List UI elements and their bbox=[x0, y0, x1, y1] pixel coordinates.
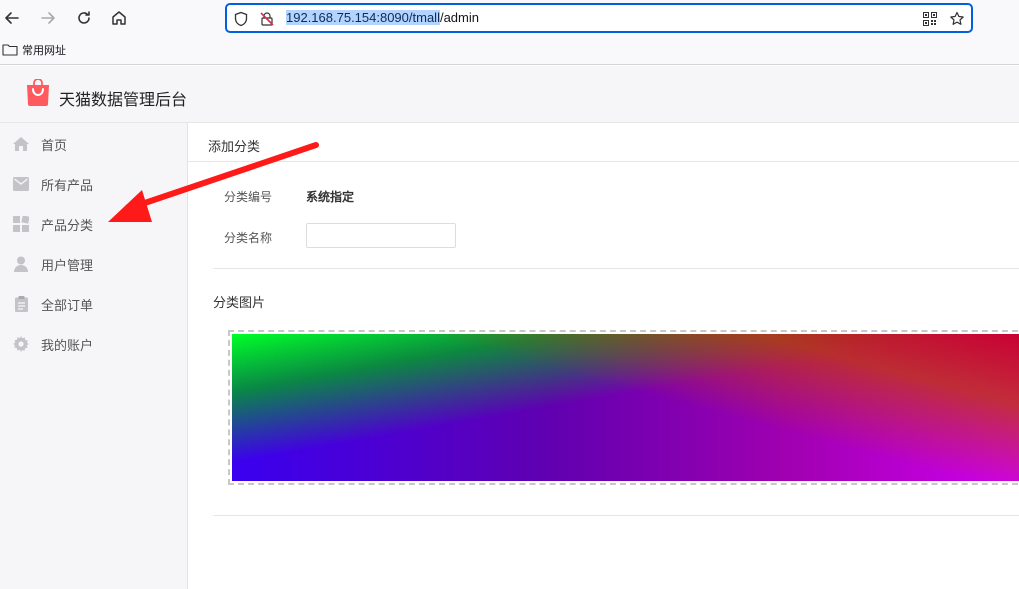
category-name-input[interactable] bbox=[306, 223, 456, 248]
url-remaining-part: /admin bbox=[439, 10, 479, 25]
sidebar-item-users[interactable]: 用户管理 bbox=[0, 244, 187, 284]
app-title: 天猫数据管理后台 bbox=[59, 90, 188, 109]
category-image-title: 分类图片 bbox=[213, 296, 266, 311]
sidebar-item-orders[interactable]: 全部订单 bbox=[0, 284, 187, 324]
bookmark-star-icon[interactable] bbox=[948, 10, 966, 28]
sidebar-item-categories[interactable]: 产品分类 bbox=[0, 204, 187, 244]
sidebar-item-account[interactable]: 我的账户 bbox=[0, 324, 187, 364]
page-title-bar: 添加分类 bbox=[188, 123, 1019, 162]
sidebar-item-label: 产品分类 bbox=[41, 218, 94, 234]
forward-button[interactable] bbox=[36, 6, 60, 30]
sidebar-item-label: 我的账户 bbox=[41, 338, 94, 354]
sidebar-item-label: 用户管理 bbox=[41, 258, 94, 274]
user-icon bbox=[12, 255, 30, 273]
reload-icon bbox=[78, 11, 90, 24]
sidebar-item-label: 全部订单 bbox=[41, 298, 94, 314]
qr-code-icon[interactable] bbox=[921, 10, 939, 28]
page-title: 添加分类 bbox=[208, 140, 261, 155]
bookmark-folder-label: 常用网址 bbox=[22, 44, 66, 57]
insecure-lock-icon[interactable] bbox=[258, 10, 276, 28]
section-divider bbox=[213, 268, 1019, 269]
category-name-label: 分类名称 bbox=[224, 231, 273, 245]
sidebar-item-products[interactable]: 所有产品 bbox=[0, 164, 187, 204]
app-header: 天猫数据管理后台 bbox=[0, 66, 1019, 123]
sidebar-item-label: 首页 bbox=[41, 138, 68, 154]
category-id-value: 系统指定 bbox=[306, 190, 355, 204]
reload-button[interactable] bbox=[72, 6, 96, 30]
category-image-dropzone[interactable] bbox=[228, 330, 1019, 485]
gear-icon bbox=[12, 335, 30, 353]
shopping-bag-logo-icon bbox=[27, 79, 49, 106]
sidebar: 首页 所有产品 产品分类 用户管理 全部订单 我的账户 bbox=[0, 123, 188, 589]
url-bar[interactable]: 192.168.75.154:8090/tmall/admin bbox=[225, 3, 973, 33]
sidebar-item-label: 所有产品 bbox=[41, 178, 94, 194]
browser-toolbar: 192.168.75.154:8090/tmall/admin bbox=[0, 0, 1019, 36]
forward-arrow-icon bbox=[41, 12, 55, 24]
bookmarks-bar: 常用网址 bbox=[0, 36, 1019, 65]
grid-icon bbox=[12, 215, 30, 233]
back-button[interactable] bbox=[0, 6, 24, 30]
home-icon bbox=[112, 11, 126, 25]
bookmark-folder[interactable]: 常用网址 bbox=[2, 42, 66, 58]
section-divider bbox=[213, 515, 1019, 516]
url-text[interactable]: 192.168.75.154:8090/tmall/admin bbox=[286, 10, 479, 25]
home-icon bbox=[12, 135, 30, 153]
back-arrow-icon bbox=[5, 12, 19, 24]
shield-icon[interactable] bbox=[232, 10, 250, 28]
mail-icon bbox=[12, 175, 30, 193]
clipboard-icon bbox=[12, 295, 30, 313]
sidebar-item-home[interactable]: 首页 bbox=[0, 124, 187, 164]
main-content: 添加分类 分类编号 系统指定 分类名称 分类图片 bbox=[188, 123, 1019, 589]
folder-icon bbox=[2, 44, 18, 56]
url-selected-part: 192.168.75.154:8090/tmall bbox=[286, 10, 440, 25]
category-image-preview bbox=[232, 334, 1019, 481]
category-id-label: 分类编号 bbox=[224, 190, 273, 204]
home-button[interactable] bbox=[107, 6, 131, 30]
